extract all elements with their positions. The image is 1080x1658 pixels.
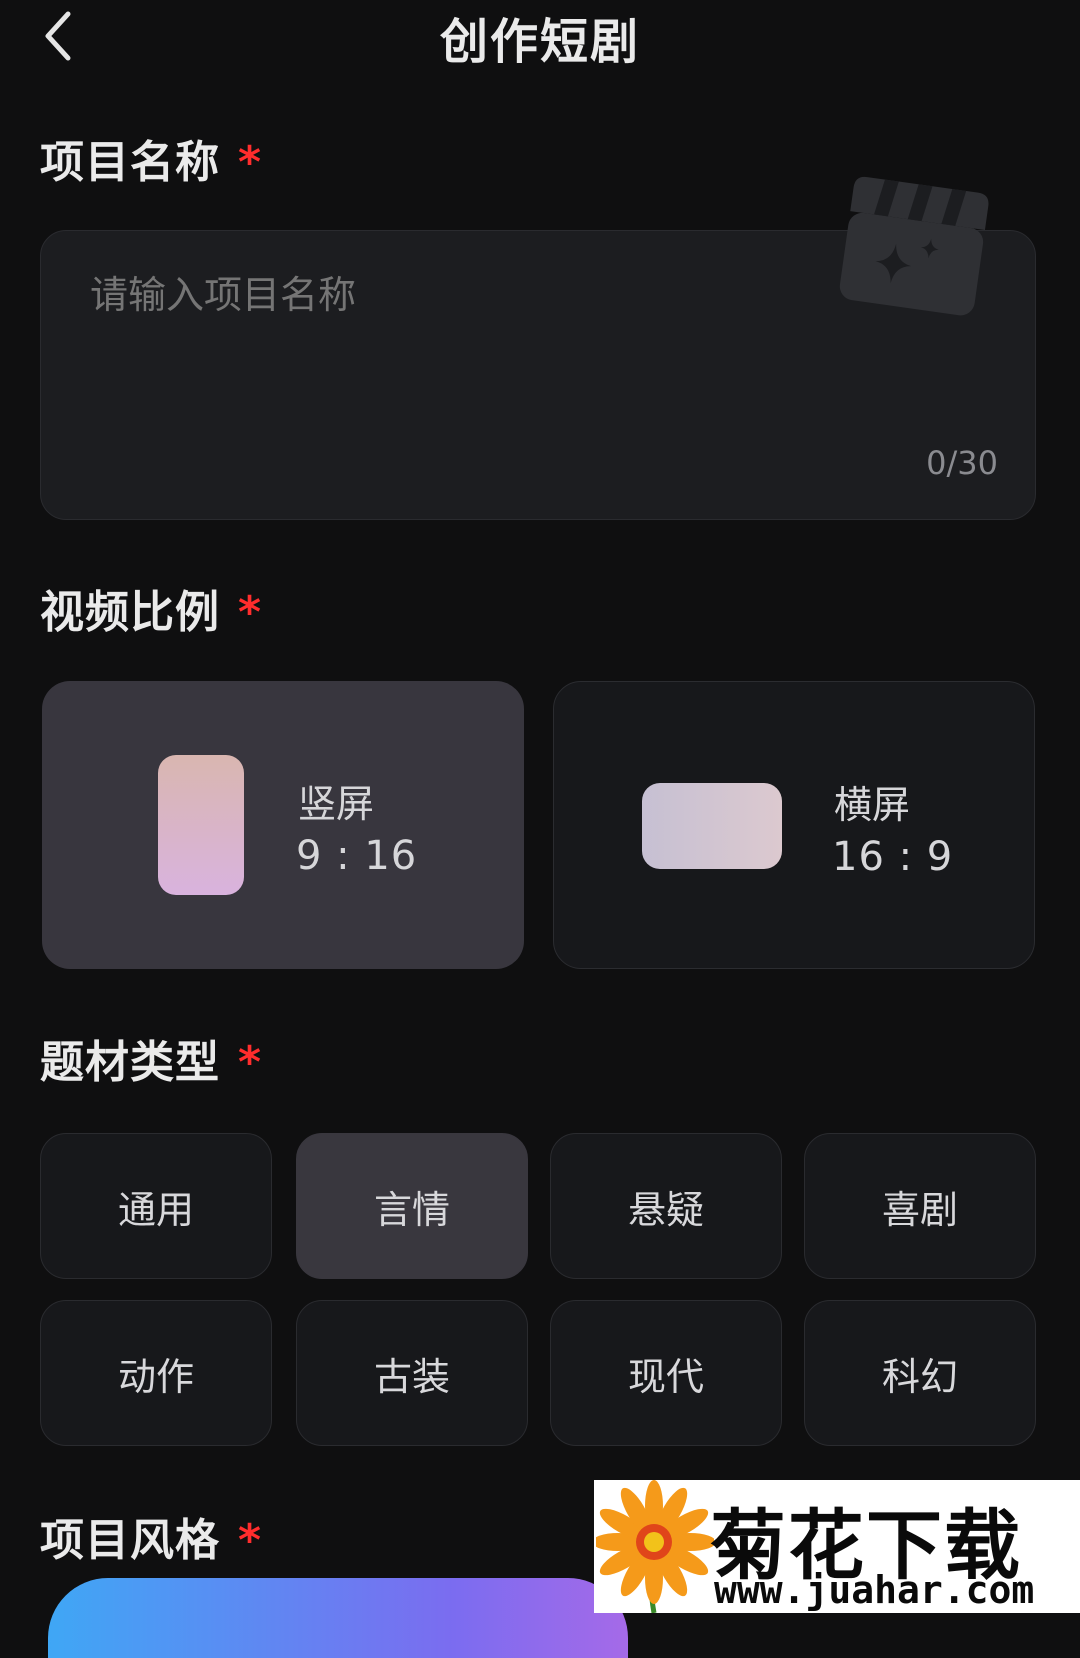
genre-chip-comedy[interactable]: 喜剧	[804, 1133, 1036, 1279]
genre-chip-general[interactable]: 通用	[40, 1133, 272, 1279]
ratio-label: 横屏	[834, 783, 911, 827]
project-name-input[interactable]	[88, 272, 852, 318]
ratio-label: 竖屏	[298, 782, 375, 826]
required-mark: *	[238, 587, 263, 638]
ratio-card-landscape[interactable]: 横屏 16 : 9	[553, 681, 1035, 969]
required-mark: *	[238, 1037, 263, 1088]
style-label: 项目风格 *	[40, 1504, 262, 1568]
genre-chip-suspense[interactable]: 悬疑	[550, 1133, 782, 1279]
genre-chip-costume[interactable]: 古装	[296, 1300, 528, 1446]
project-name-label-text: 项目名称	[40, 137, 220, 188]
genre-label-text: 题材类型	[40, 1037, 220, 1088]
style-label-text: 项目风格	[40, 1515, 220, 1566]
aspect-ratio-label-text: 视频比例	[40, 587, 220, 638]
genre-chip-romance[interactable]: 言情	[296, 1133, 528, 1279]
genre-chip-scifi[interactable]: 科幻	[804, 1300, 1036, 1446]
char-counter: 0/30	[926, 444, 998, 482]
ratio-value: 16 : 9	[832, 834, 954, 880]
genre-chip-action[interactable]: 动作	[40, 1300, 272, 1446]
aspect-ratio-label: 视频比例 *	[40, 576, 262, 640]
required-mark: *	[238, 137, 263, 188]
landscape-preview-icon	[642, 783, 782, 869]
clapperboard-sparkle-icon	[839, 176, 989, 316]
watermark-url: www.juahar.com	[714, 1568, 1035, 1612]
style-option-card[interactable]	[48, 1578, 628, 1658]
genre-chip-modern[interactable]: 现代	[550, 1300, 782, 1446]
portrait-preview-icon	[158, 755, 244, 895]
ratio-card-portrait[interactable]: 竖屏 9 : 16	[42, 681, 524, 969]
watermark-badge: 菊花下载网 www.juahar.com	[594, 1480, 1080, 1613]
flower-logo-icon	[596, 1480, 714, 1613]
ratio-value: 9 : 16	[296, 833, 418, 879]
genre-label: 题材类型 *	[40, 1026, 262, 1090]
required-mark: *	[238, 1515, 263, 1566]
project-name-label: 项目名称 *	[40, 126, 262, 190]
page-title: 创作短剧	[439, 14, 640, 70]
